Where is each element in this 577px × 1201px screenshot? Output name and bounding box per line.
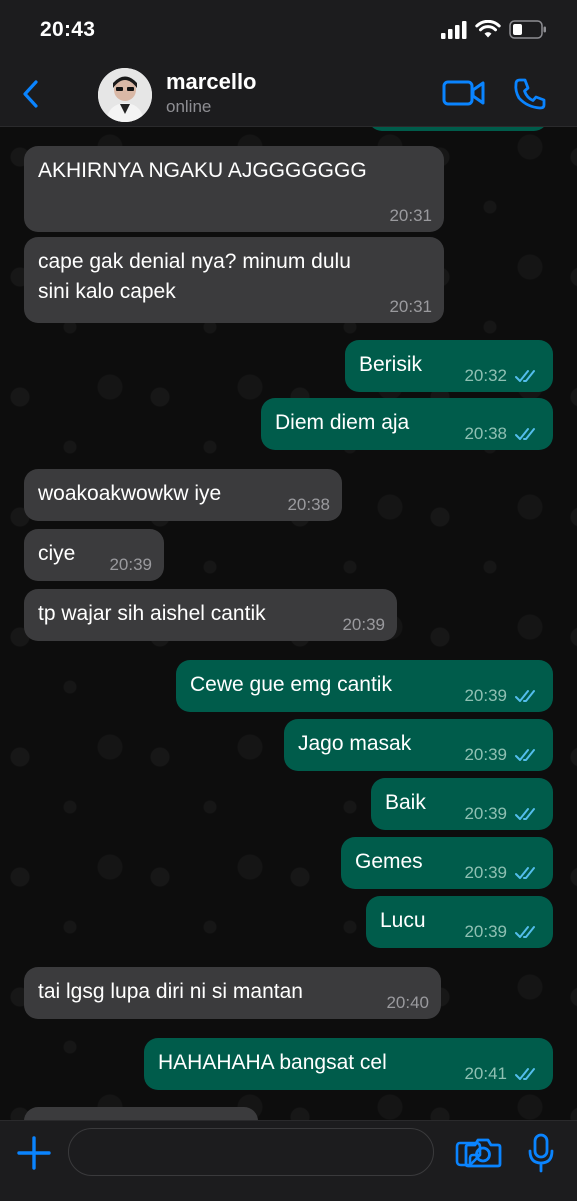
video-call-icon[interactable] bbox=[442, 78, 486, 108]
read-ticks-icon bbox=[515, 1068, 535, 1080]
status-time: 20:43 bbox=[40, 18, 96, 41]
message-text: cape gak denial nya? minum dulu sini kal… bbox=[38, 250, 351, 303]
message-time: 20:31 bbox=[389, 206, 432, 225]
message-time: 20:39 bbox=[464, 863, 507, 882]
message-text: HAHAHAHA bangsat cel bbox=[158, 1051, 387, 1074]
status-icons bbox=[441, 20, 547, 39]
read-ticks-icon bbox=[515, 749, 535, 761]
next-message-edge bbox=[24, 1107, 258, 1120]
message-time: 20:31 bbox=[389, 297, 432, 316]
microphone-icon[interactable] bbox=[528, 1133, 554, 1173]
message-text: tp wajar sih aishel cantik bbox=[38, 602, 266, 625]
message-time: 20:38 bbox=[287, 495, 330, 514]
contact-status: online bbox=[166, 97, 212, 116]
message-bubble-incoming[interactable]: ciye 20:39 bbox=[24, 529, 164, 581]
status-bar: 20:43 bbox=[0, 0, 577, 60]
contact-name[interactable]: marcello bbox=[166, 69, 257, 95]
message-time: 20:32 bbox=[464, 366, 507, 385]
message-time: 20:40 bbox=[386, 993, 429, 1012]
message-bubble-outgoing[interactable]: Baik 20:39 bbox=[371, 778, 553, 830]
message-time: 20:41 bbox=[464, 1064, 507, 1083]
battery-icon bbox=[509, 20, 546, 39]
chat-header: marcello online bbox=[0, 60, 577, 127]
plus-icon[interactable] bbox=[16, 1135, 52, 1171]
message-text: woakoakwowkw iye bbox=[38, 482, 222, 505]
message-bubble-outgoing[interactable]: Berisik 20:32 bbox=[345, 340, 553, 392]
message-text: Jago masak bbox=[298, 732, 412, 755]
message-time: 20:39 bbox=[464, 745, 507, 764]
message-text: Berisik bbox=[359, 353, 423, 376]
message-time: 20:39 bbox=[464, 686, 507, 705]
signal-icon bbox=[441, 20, 467, 39]
message-bubble-incoming[interactable]: tai lgsg lupa diri ni si mantan 20:40 bbox=[24, 967, 441, 1019]
back-chevron-icon[interactable] bbox=[20, 78, 44, 110]
avatar[interactable] bbox=[98, 68, 152, 122]
message-text: Diem diem aja bbox=[275, 411, 410, 434]
message-time: 20:39 bbox=[109, 555, 152, 574]
message-text: AKHIRNYA NGAKU AJGGGGGGG bbox=[38, 159, 367, 182]
avatar-image bbox=[98, 68, 152, 122]
message-bubble-outgoing[interactable]: Diem diem aja 20:38 bbox=[261, 398, 553, 450]
message-time: 20:39 bbox=[464, 922, 507, 941]
read-ticks-icon bbox=[515, 690, 535, 702]
message-bubble-outgoing[interactable]: Lucu 20:39 bbox=[366, 896, 553, 948]
message-bubble-incoming[interactable]: cape gak denial nya? minum dulu sini kal… bbox=[24, 237, 444, 323]
message-bubble-outgoing[interactable]: Cewe gue emg cantik 20:39 bbox=[176, 660, 553, 712]
wifi-icon bbox=[475, 20, 501, 38]
message-bubble-outgoing[interactable]: HAHAHAHA bangsat cel 20:41 bbox=[144, 1038, 553, 1090]
message-time: 20:39 bbox=[342, 615, 385, 634]
message-time: 20:38 bbox=[464, 424, 507, 443]
read-ticks-icon bbox=[515, 808, 535, 820]
message-text: Baik bbox=[385, 791, 426, 814]
message-bubble-incoming[interactable]: tp wajar sih aishel cantik 20:39 bbox=[24, 589, 397, 641]
phone-icon[interactable] bbox=[512, 76, 548, 112]
message-text: tai lgsg lupa diri ni si mantan bbox=[38, 980, 303, 1003]
message-time: 20:39 bbox=[464, 804, 507, 823]
read-ticks-icon bbox=[515, 867, 535, 879]
message-bubble-outgoing[interactable]: Gemes 20:39 bbox=[341, 837, 553, 889]
message-input[interactable] bbox=[68, 1128, 482, 1176]
composer-bar bbox=[0, 1120, 577, 1201]
message-bubble-incoming[interactable]: woakoakwowkw iye 20:38 bbox=[24, 469, 342, 521]
camera-icon[interactable] bbox=[464, 1137, 502, 1169]
message-text: ciye bbox=[38, 542, 76, 565]
read-ticks-icon bbox=[515, 370, 535, 382]
read-ticks-icon bbox=[515, 428, 535, 440]
chat-area[interactable]: AKHIRNYA NGAKU AJGGGGGGG 20:31 cape gak … bbox=[0, 127, 577, 1120]
message-bubble-incoming[interactable]: AKHIRNYA NGAKU AJGGGGGGG 20:31 bbox=[24, 146, 444, 232]
message-text: Gemes bbox=[355, 850, 423, 873]
read-ticks-icon bbox=[515, 926, 535, 938]
previous-message-edge bbox=[368, 127, 548, 131]
message-text: Lucu bbox=[380, 909, 426, 932]
message-text: Cewe gue emg cantik bbox=[190, 673, 392, 696]
message-bubble-outgoing[interactable]: Jago masak 20:39 bbox=[284, 719, 553, 771]
